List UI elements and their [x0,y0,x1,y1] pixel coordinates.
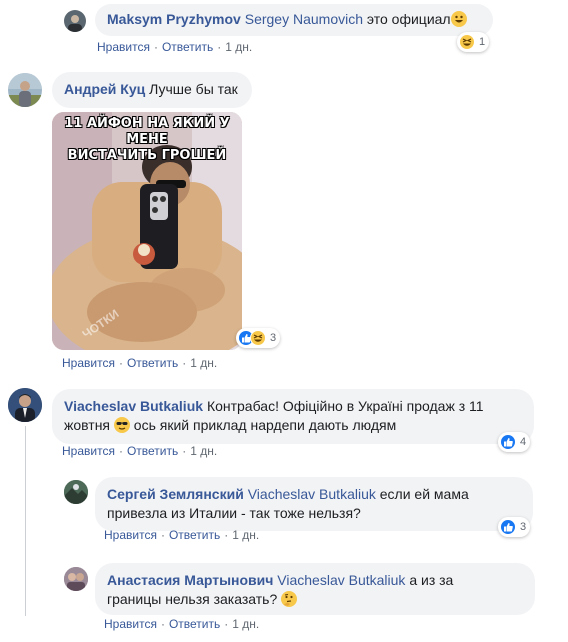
sunglasses-face-icon [113,417,130,433]
grinning-face-icon [450,11,467,27]
comment-actions: Нравится · Ответить · 1 дн. [104,617,260,631]
comment-text: границы нельзя заказать? [107,591,278,607]
comment-bubble: Сергей Землянский Viacheslav Butkaliuk е… [95,477,533,531]
reply-link[interactable]: Ответить [127,444,178,458]
reply-link[interactable]: Ответить [127,356,178,370]
comment-author[interactable]: Андрей Куц [64,81,145,97]
comment-actions: Нравится · Ответить · 1 дн. [97,40,253,54]
comment-actions: Нравится · Ответить · 1 дн. [62,444,218,458]
reactions-summary[interactable]: 3 [236,328,281,348]
reactions-summary[interactable]: 4 [498,432,531,452]
like-link[interactable]: Нравится [104,528,157,542]
comment-actions: Нравится · Ответить · 1 дн. [62,356,218,370]
comment-text: если ей мама [379,486,469,502]
comment-text: привезла из Италии - так тоже нельзя? [107,505,361,521]
comment-time[interactable]: 1 дн. [232,617,259,631]
comment-time[interactable]: 1 дн. [190,444,217,458]
avatar-andrey[interactable] [8,73,42,107]
comment-author[interactable]: Анастасия Мартынович [107,572,273,588]
avatar-anastasia[interactable] [64,567,88,591]
avatar-maksym[interactable] [64,10,86,32]
like-link[interactable]: Нравится [62,444,115,458]
avatar-viacheslav[interactable] [8,388,42,422]
comment-author[interactable]: Viacheslav Butkaliuk [64,398,203,414]
like-link[interactable]: Нравится [104,617,157,631]
comment-bubble: Андрей Куц Лучше бы так [52,72,252,108]
comment-time[interactable]: 1 дн. [225,40,252,54]
reply-link[interactable]: Ответить [162,40,213,54]
comment-text: Контрабас! Офіційно в Україні продаж з 1… [206,398,484,414]
meme-image[interactable]: 11 АЙФОН НА ЯКИЙ У МЕНЕ ВИСТАЧИТЬ ГРОШЕЙ… [52,112,242,350]
haha-reaction-icon [459,34,475,50]
like-reaction-icon [500,519,516,535]
comment-text: это официал [366,11,451,27]
comment-text: жовтня [64,417,111,433]
comment-mention[interactable]: Viacheslav Butkaliuk [277,572,405,588]
comment-bubble: Анастасия Мартынович Viacheslav Butkaliu… [95,563,535,615]
like-link[interactable]: Нравится [62,356,115,370]
like-reaction-icon [500,434,516,450]
reaction-count: 4 [520,436,527,448]
avatar-sergey[interactable] [64,480,88,504]
like-link[interactable]: Нравится [97,40,150,54]
comment-mention[interactable]: Viacheslav Butkaliuk [248,486,376,502]
reply-link[interactable]: Ответить [169,617,220,631]
reaction-count: 1 [479,36,486,48]
comment-text: Лучше бы так [149,81,238,97]
meme-caption: 11 АЙФОН НА ЯКИЙ У МЕНЕ ВИСТАЧИТЬ ГРОШЕЙ [64,116,230,163]
haha-reaction-icon [250,330,266,346]
comment-author[interactable]: Maksym Pryzhymov [107,11,241,27]
reaction-count: 3 [270,332,277,344]
reply-thread-line [25,426,26,616]
comment-actions: Нравится · Ответить · 1 дн. [104,528,260,542]
reaction-count: 3 [520,521,527,533]
comment-bubble: Viacheslav Butkaliuk Контрабас! Офіційно… [52,389,534,444]
comment-author[interactable]: Сергей Землянский [107,486,244,502]
reactions-summary[interactable]: 3 [498,517,531,537]
comment-time[interactable]: 1 дн. [190,356,217,370]
comment-bubble: Maksym Pryzhymov Sergey Naumovich это оф… [95,4,493,36]
comment-text: а из за [409,572,454,588]
comment-mention[interactable]: Sergey Naumovich [245,11,363,27]
thinking-face-icon [281,591,298,607]
reactions-summary[interactable]: 1 [457,32,490,52]
reply-link[interactable]: Ответить [169,528,220,542]
comment-text: ось який приклад нардепи дають людям [133,417,397,433]
comment-time[interactable]: 1 дн. [232,528,259,542]
